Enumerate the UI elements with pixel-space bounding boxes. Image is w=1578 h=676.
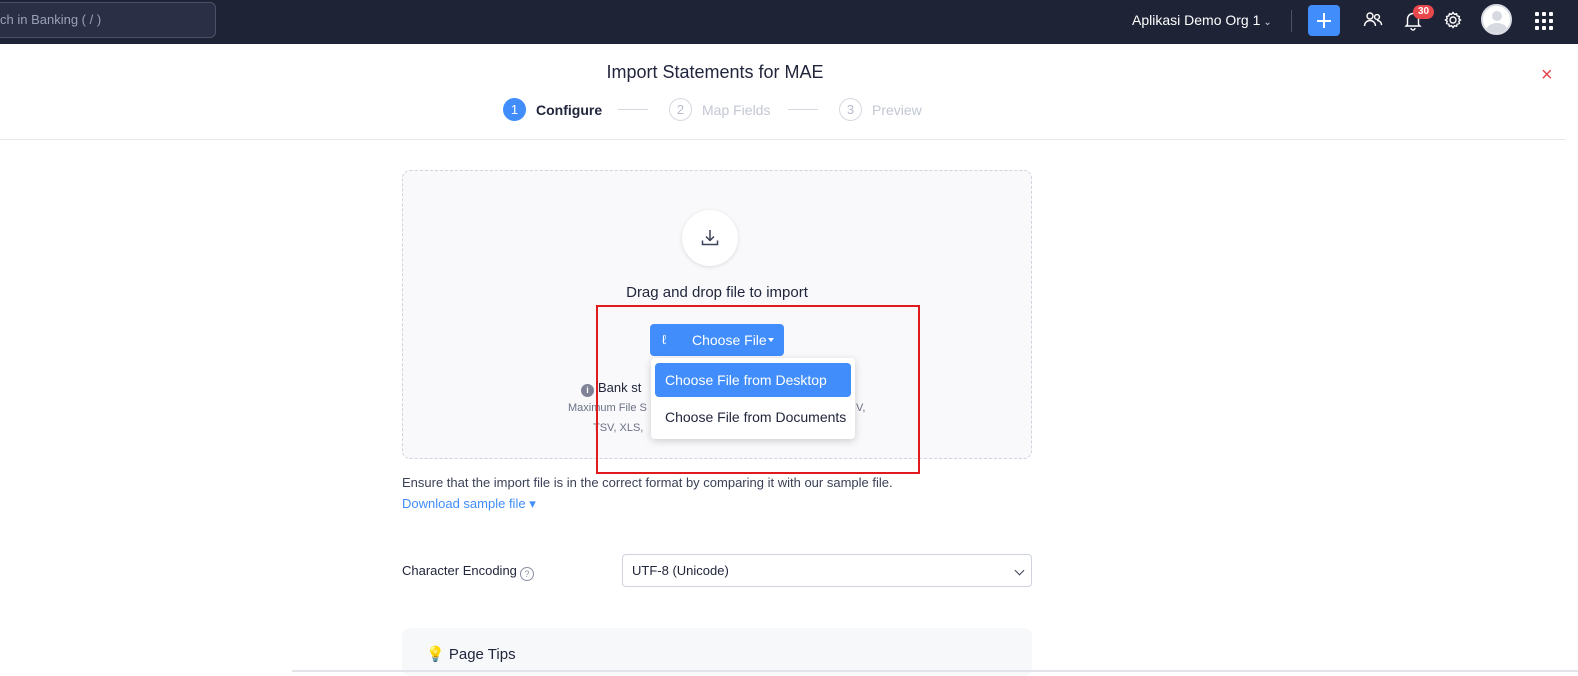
page-tips-title: 💡 Page Tips [426,645,516,663]
caret-down-icon: ▾ [529,496,536,511]
close-icon[interactable]: × [1541,65,1555,85]
step-connector [618,109,648,110]
download-sample-label: Download sample file [402,496,526,511]
download-icon [682,210,738,266]
step-label: Map Fields [702,102,771,118]
step-number: 1 [503,98,526,121]
chevron-down-icon [1014,565,1025,576]
divider [292,670,1578,672]
step-label: Preview [872,102,922,118]
step-number: 3 [839,98,862,121]
step-connector [788,109,818,110]
character-encoding-label: Character Encoding? [402,563,534,581]
top-navbar: ch in Banking ( / ) Aplikasi Demo Org 1 ⌄… [0,0,1578,44]
character-encoding-select[interactable]: UTF-8 (Unicode) [622,554,1032,587]
users-icon[interactable] [1362,9,1384,31]
help-icon[interactable]: ? [519,567,534,581]
drag-drop-text: Drag and drop file to import [626,284,808,301]
org-switcher[interactable]: Aplikasi Demo Org 1 ⌄ [1132,12,1272,28]
page-title: Import Statements for MAE [606,62,824,82]
download-sample-link[interactable]: Download sample file ▾ [402,496,536,512]
step-label: Configure [536,102,603,118]
encoding-label-text: Character Encoding [402,563,517,578]
avatar[interactable] [1481,4,1512,35]
notification-badge: 30 [1413,5,1435,19]
search-input[interactable]: ch in Banking ( / ) [0,2,216,38]
gear-icon[interactable] [1442,9,1464,31]
highlight-box [596,305,920,474]
page-tips-label: Page Tips [448,646,516,663]
apps-grid-icon[interactable] [1535,12,1553,30]
quick-create-button[interactable] [1308,5,1340,36]
chevron-down-icon: ⌄ [1263,17,1272,28]
step-number: 2 [669,98,692,121]
divider [0,139,1566,140]
divider [1291,10,1292,32]
lightbulb-icon: 💡 [426,646,445,663]
info-icon: i [581,384,594,397]
format-hint: Ensure that the import file is in the co… [402,475,893,490]
org-name: Aplikasi Demo Org 1 [1132,12,1261,28]
encoding-value: UTF-8 (Unicode) [632,563,729,578]
